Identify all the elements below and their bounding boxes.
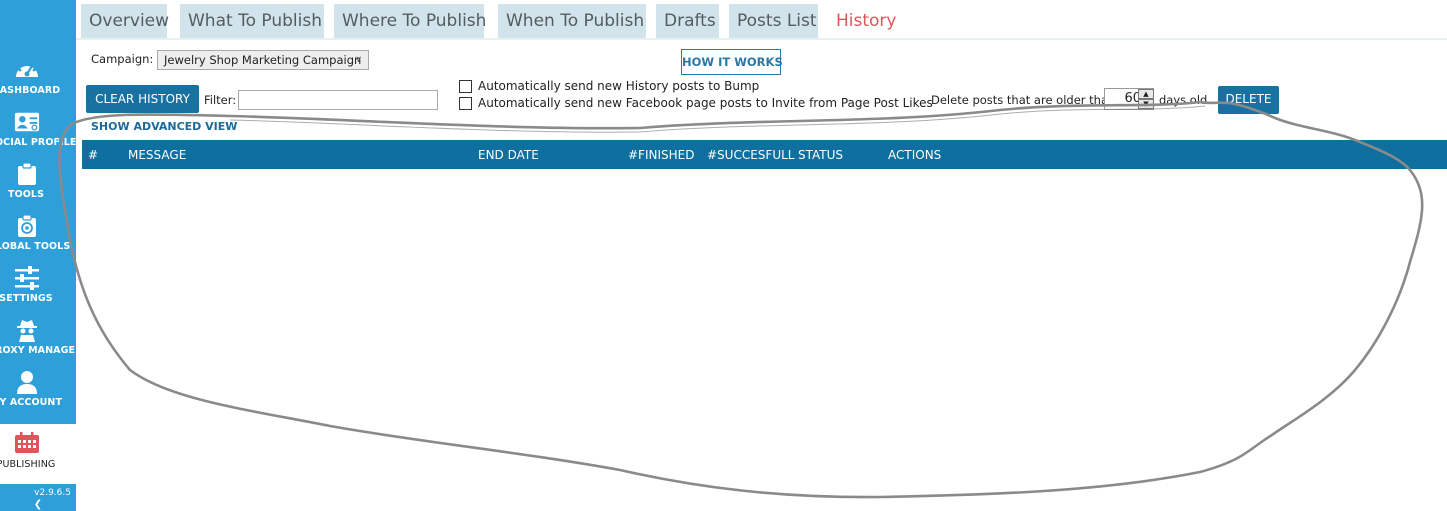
user-icon — [14, 369, 40, 395]
global-tools-icon — [14, 213, 40, 239]
sidebar-item-label: MY ACCOUNT — [0, 397, 63, 408]
sidebar-item-tools[interactable]: TOOLS — [0, 157, 76, 209]
spin-down-icon[interactable]: ▼ — [1138, 99, 1154, 109]
history-table-header: # MESSAGE END DATE #FINISHED #SUCCESFULL… — [82, 140, 1447, 169]
column-header-finished[interactable]: #FINISHED — [628, 140, 694, 169]
bump-checkbox-label: Automatically send new History posts to … — [478, 79, 760, 93]
spy-icon — [14, 317, 40, 343]
column-header-end-date[interactable]: END DATE — [478, 140, 539, 169]
days-value: 60 — [1124, 91, 1141, 106]
sidebar-item-label: PUBLISHING — [0, 459, 56, 470]
invite-checkbox-label: Automatically send new Facebook page pos… — [478, 96, 933, 110]
delete-prefix-label: Delete posts that are older than — [931, 93, 1116, 107]
sidebar-item-proxy-manager[interactable]: PROXY MANAGER — [0, 313, 76, 365]
bump-checkbox[interactable] — [459, 80, 472, 93]
sidebar-item-label: DASHBOARD — [0, 85, 61, 96]
sidebar-item-settings[interactable]: SETTINGS — [0, 261, 76, 313]
spin-up-icon[interactable]: ▲ — [1138, 89, 1154, 99]
app-window: DASHBOARD SOCIAL PROFILES TOOLS GLOBAL T… — [0, 0, 1447, 511]
days-stepper[interactable]: 60 ▲ ▼ — [1104, 88, 1154, 110]
clipboard-icon — [14, 161, 40, 187]
sidebar-item-publishing[interactable]: PUBLISHING — [0, 424, 76, 482]
chevron-down-icon: ∨ — [355, 55, 362, 65]
filter-label: Filter: — [204, 93, 237, 107]
tab-divider — [76, 38, 1447, 40]
sidebar-item-dashboard[interactable]: DASHBOARD — [0, 53, 76, 105]
tab-when-to-publish[interactable]: When To Publish — [498, 4, 646, 39]
tab-history[interactable]: History — [828, 4, 900, 39]
tab-drafts[interactable]: Drafts — [656, 4, 719, 39]
how-it-works-button[interactable]: HOW IT WORKS — [681, 49, 783, 75]
delete-button[interactable]: DELETE — [1218, 86, 1279, 114]
collapse-sidebar-icon[interactable]: ❮ — [0, 500, 76, 511]
column-header-index[interactable]: # — [88, 140, 98, 169]
campaign-select[interactable]: Jewelry Shop Marketing Campaign ∨ — [157, 50, 369, 70]
tab-what-to-publish[interactable]: What To Publish — [180, 4, 324, 39]
column-header-status[interactable]: STATUS — [798, 140, 843, 169]
campaign-label: Campaign: — [91, 52, 154, 66]
column-header-message[interactable]: MESSAGE — [128, 140, 186, 169]
filter-input[interactable] — [238, 90, 438, 110]
sidebar-item-social-profiles[interactable]: SOCIAL PROFILES — [0, 105, 76, 157]
column-header-actions[interactable]: ACTIONS — [888, 140, 941, 169]
sidebar-item-label: PROXY MANAGER — [0, 345, 76, 356]
delete-suffix-label: days old — [1159, 93, 1208, 107]
dashboard-gauge-icon — [14, 57, 40, 83]
sidebar-item-label: GLOBAL TOOLS — [0, 241, 71, 252]
clear-history-button[interactable]: CLEAR HISTORY — [86, 85, 199, 113]
show-advanced-view-link[interactable]: SHOW ADVANCED VIEW — [91, 120, 237, 133]
campaign-select-value: Jewelry Shop Marketing Campaign — [164, 53, 362, 67]
sidebar-item-label: SOCIAL PROFILES — [0, 137, 76, 148]
profile-card-icon — [14, 109, 40, 135]
tab-where-to-publish[interactable]: Where To Publish — [334, 4, 486, 39]
history-table-body — [82, 169, 1447, 511]
sidebar-item-label: TOOLS — [7, 189, 45, 200]
tab-posts-list[interactable]: Posts List — [729, 4, 818, 39]
sliders-icon — [14, 265, 40, 291]
column-header-successful[interactable]: #SUCCESFULL — [707, 140, 794, 169]
sidebar-item-my-account[interactable]: MY ACCOUNT — [0, 365, 76, 417]
invite-checkbox[interactable] — [459, 97, 472, 110]
version-label: v2.9.6.5 — [0, 482, 76, 500]
sidebar-item-global-tools[interactable]: GLOBAL TOOLS — [0, 209, 76, 261]
sidebar-item-label: SETTINGS — [0, 293, 53, 304]
tab-overview[interactable]: Overview — [81, 4, 169, 39]
sidebar: DASHBOARD SOCIAL PROFILES TOOLS GLOBAL T… — [0, 0, 76, 511]
calendar-icon — [14, 430, 40, 456]
tab-bar: Overview What To Publish Where To Publis… — [76, 0, 1447, 40]
